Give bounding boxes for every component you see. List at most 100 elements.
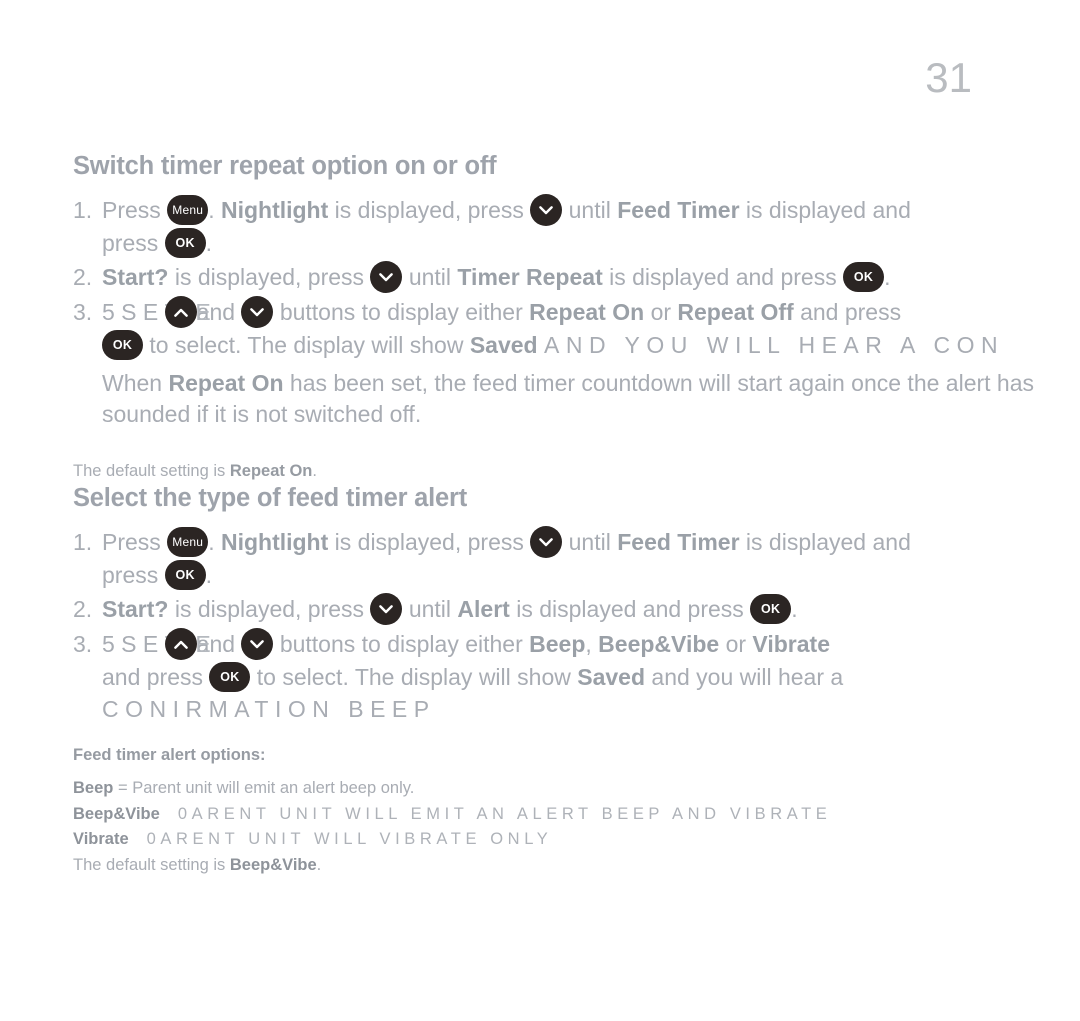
default-setting-value: Beep&Vibe xyxy=(229,856,317,875)
display-label-saved: Saved xyxy=(577,663,646,690)
display-label-beep: Beep xyxy=(529,630,586,657)
step-text: Press xyxy=(102,197,161,224)
step-number: 3. xyxy=(73,299,93,326)
steps-list-select-alert-type: 1. Press Menu. Nightlight is displayed, … xyxy=(73,526,1080,725)
step-text: or xyxy=(650,299,672,326)
chevron-down-icon[interactable] xyxy=(241,296,274,328)
caps-artifact-text: AND YOU WILL HEAR A CON xyxy=(544,332,1005,358)
default-setting-suffix: . xyxy=(312,462,317,481)
step-number: 2. xyxy=(73,264,93,291)
step-line-continuation: CONIRMATION BEEP xyxy=(102,694,1080,725)
display-label-feed-timer: Feed Timer xyxy=(617,529,740,556)
option-row: Beep = Parent unit will emit an alert be… xyxy=(73,776,1080,802)
step-line-continuation: press OK. xyxy=(102,228,1080,260)
manual-page: 31 Switch timer repeat option on or off … xyxy=(0,0,1080,1021)
repeat-on-note: When Repeat On has been set, the feed ti… xyxy=(102,368,1037,429)
display-label-nightlight: Nightlight xyxy=(220,197,329,224)
step-text: . xyxy=(884,264,891,291)
step-item: 2. Start? is displayed, press until Aler… xyxy=(73,592,1080,627)
page-number: 31 xyxy=(925,54,972,101)
page-content: Switch timer repeat option on or off 1. … xyxy=(73,152,1080,879)
step-number: 3. xyxy=(73,630,93,657)
caps-artifact-text: CONIRMATION BEEP xyxy=(102,695,436,722)
menu-button-icon[interactable]: Menu xyxy=(167,195,209,226)
step-line-continuation: OK to select. The display will show Save… xyxy=(102,329,1080,362)
step-number: 1. xyxy=(73,529,93,556)
display-label-nightlight: Nightlight xyxy=(220,529,329,556)
chevron-up-icon[interactable] xyxy=(164,296,197,328)
step-text: is displayed and xyxy=(745,529,911,556)
step-text: is displayed and press xyxy=(609,264,837,291)
chevron-down-icon[interactable] xyxy=(370,592,403,625)
step-text: until xyxy=(568,197,611,224)
ok-button-icon[interactable]: OK xyxy=(102,329,143,360)
default-setting-note-repeat: The default setting is Repeat On. xyxy=(73,459,1080,484)
option-description: 0ARENT UNIT WILL VIBRATE ONLY xyxy=(146,830,553,849)
step-text: buttons to display either xyxy=(279,630,523,657)
default-setting-prefix: The default setting is xyxy=(73,462,226,481)
step-text: to select. The display will show xyxy=(149,332,464,358)
step-text: is displayed, press xyxy=(334,197,524,224)
step-text: or xyxy=(725,630,747,657)
display-label-timer-repeat: Timer Repeat xyxy=(457,264,603,291)
step-text: buttons to display either xyxy=(279,299,523,326)
ok-button-icon[interactable]: OK xyxy=(209,661,251,692)
step-number: 2. xyxy=(73,595,93,622)
step-text: . xyxy=(208,197,215,224)
step-text: , xyxy=(585,630,592,657)
section-heading-switch-timer-repeat: Switch timer repeat option on or off xyxy=(73,152,497,180)
step-text: . xyxy=(791,595,798,622)
display-label-vibrate: Vibrate xyxy=(752,630,830,657)
step-item: 3. 5 S E THE and buttons to display eith… xyxy=(73,296,1080,362)
ok-button-icon[interactable]: OK xyxy=(164,559,206,590)
step-item: 2. Start? is displayed, press until Time… xyxy=(73,261,1080,295)
step-item: 1. Press Menu. Nightlight is displayed, … xyxy=(73,194,1080,260)
step-text: press xyxy=(102,562,159,589)
ok-button-icon[interactable]: OK xyxy=(843,262,885,293)
step-text: and press xyxy=(102,663,204,690)
garbled-use-text: 5 S E xyxy=(102,299,159,326)
chevron-down-icon[interactable] xyxy=(241,627,274,660)
step-text: is displayed, press xyxy=(174,595,365,622)
step-text: is displayed, press xyxy=(334,529,524,556)
default-setting-prefix: The default setting is xyxy=(73,856,226,875)
option-label: Beep xyxy=(73,779,114,798)
step-text: and press xyxy=(800,299,902,326)
step-item: 1. Press Menu. Nightlight is displayed, … xyxy=(73,526,1080,592)
step-text: . xyxy=(208,529,215,556)
display-label-start: Start? xyxy=(102,264,169,291)
step-line-continuation: press OK. xyxy=(102,559,1080,592)
menu-button-icon[interactable]: Menu xyxy=(167,527,209,558)
display-label-feed-timer: Feed Timer xyxy=(617,197,740,224)
display-label-repeat-off: Repeat Off xyxy=(677,299,794,326)
overlapping-glyph-artifact: THE xyxy=(164,296,211,330)
note-text: When xyxy=(102,369,163,396)
chevron-down-icon[interactable] xyxy=(530,526,563,559)
chevron-down-icon[interactable] xyxy=(370,261,403,294)
option-label: Beep&Vibe xyxy=(73,804,160,823)
option-separator: = xyxy=(117,779,128,798)
step-text: Press xyxy=(102,529,161,556)
step-text: until xyxy=(408,595,452,622)
step-line-continuation: and press OK to select. The display will… xyxy=(102,661,1080,694)
option-row: Vibrate 0ARENT UNIT WILL VIBRATE ONLY xyxy=(73,827,1080,853)
option-row: Beep&Vibe 0ARENT UNIT WILL EMIT AN ALERT … xyxy=(73,802,1080,828)
step-text: and you will hear a xyxy=(651,663,844,690)
step-text: to select. The display will show xyxy=(256,663,571,690)
step-text: until xyxy=(568,529,611,556)
overlapping-glyph-artifact: THE xyxy=(164,627,211,662)
chevron-down-icon[interactable] xyxy=(530,194,563,227)
display-label-alert: Alert xyxy=(457,595,510,622)
step-text: is displayed, press xyxy=(174,264,365,291)
display-label-repeat-on: Repeat On xyxy=(529,299,645,326)
display-label-repeat-on: Repeat On xyxy=(168,369,284,396)
option-description: 0ARENT UNIT WILL EMIT AN ALERT BEEP AND … xyxy=(177,804,832,823)
display-label-beep-vibe: Beep&Vibe xyxy=(598,630,720,657)
step-number: 1. xyxy=(73,197,93,224)
step-text: . xyxy=(205,562,213,589)
option-description: Parent unit will emit an alert beep only… xyxy=(132,779,415,798)
chevron-up-icon[interactable] xyxy=(164,627,197,660)
garbled-use-text: 5 S E xyxy=(102,630,159,657)
ok-button-icon[interactable]: OK xyxy=(164,228,206,259)
ok-button-icon[interactable]: OK xyxy=(750,593,792,624)
